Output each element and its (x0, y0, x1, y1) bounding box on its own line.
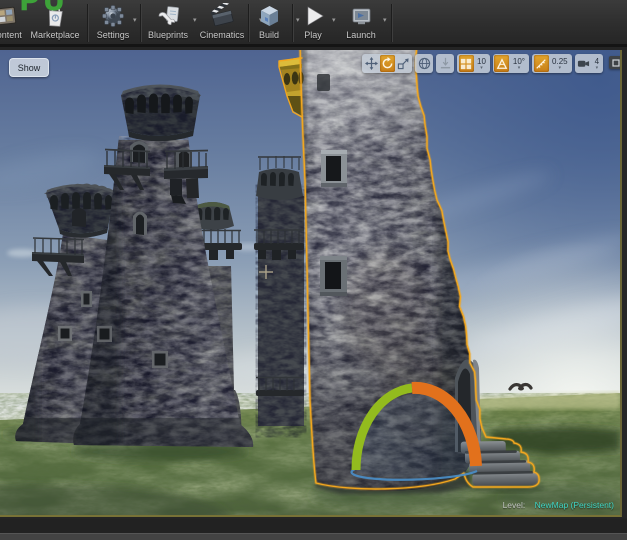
world-coordinate-button[interactable] (417, 55, 432, 72)
grid-snap-caret-icon: ▾ (480, 64, 483, 71)
blueprint-tools-icon (158, 6, 179, 25)
grid-snap-value[interactable]: 10 ▾ (474, 55, 489, 72)
camera-speed-button[interactable] (576, 55, 591, 72)
grid-snap-group: 10 ▾ (457, 54, 490, 73)
grid-snap-icon (460, 58, 472, 69)
toolbar-button-blueprints[interactable]: Blueprints (144, 3, 192, 45)
launch-dropdown-caret[interactable]: ▾ (383, 16, 387, 24)
translate-tool-button[interactable] (364, 55, 379, 72)
toolbar-separator (391, 4, 392, 42)
content-browser-edge[interactable] (0, 533, 627, 540)
scale-snap-toggle[interactable] (533, 55, 549, 72)
camera-icon (578, 60, 590, 67)
toolbar-button-label: Cinematics (199, 30, 245, 40)
asset-browser-icon (0, 6, 16, 26)
toolbar-button-settings[interactable]: Settings (89, 3, 137, 45)
maximize-icon (611, 58, 620, 67)
gear-sphere-icon (101, 5, 124, 27)
scale-snap-caret-icon: ▾ (558, 64, 562, 71)
settings-dropdown-caret[interactable]: ▾ (133, 16, 137, 24)
surface-snap-icon (440, 57, 450, 69)
toolbar-button-label: Blueprints (147, 30, 189, 40)
translate-icon (364, 57, 378, 70)
toolbar-button-build[interactable]: Build (246, 3, 292, 45)
rotation-snap-group: 10° ▾ (492, 54, 530, 73)
camera-speed-value[interactable]: 4 ▾ (592, 55, 602, 72)
bottom-dark-bar (0, 519, 627, 533)
scale-tool-button[interactable] (396, 55, 411, 72)
scale-icon (397, 58, 409, 70)
main-toolbar: Content Marketplace (0, 0, 627, 47)
scale-snap-icon (536, 58, 546, 69)
camera-speed-caret-icon: ▾ (595, 64, 599, 71)
tower-distant-right[interactable] (254, 156, 304, 426)
clapperboard-icon (210, 3, 234, 27)
scene-3d (0, 50, 620, 515)
rotation-snap-toggle[interactable] (494, 55, 510, 72)
surface-snap-group (436, 54, 454, 73)
coordinate-system-group (415, 54, 433, 73)
toolbar-button-label: Content (0, 30, 22, 40)
level-status: Level: NewMap (Persistent) (503, 500, 614, 510)
right-edge-strip (622, 50, 627, 518)
play-dropdown-caret[interactable]: ▾ (332, 16, 336, 24)
toolbar-button-label: Launch (346, 30, 376, 40)
show-button[interactable]: Show (9, 58, 49, 77)
level-label: Level: (502, 500, 526, 510)
toolbar-button-play[interactable]: Play (290, 3, 336, 45)
level-viewport[interactable]: Show 10 ▾ 10° ▾ 0.25 ▾ 4 ▾ Level: NewMap… (0, 50, 622, 517)
rotation-snap-caret-icon: ▾ (517, 64, 521, 71)
rotate-icon (382, 57, 392, 69)
globe-icon (418, 57, 430, 70)
rotate-tool-button[interactable] (379, 55, 395, 72)
launch-device-icon (352, 8, 370, 25)
scale-snap-value[interactable]: 0.25 ▾ (549, 55, 571, 72)
toolbar-button-label: Play (304, 30, 322, 40)
toolbar-button-label: Build (258, 30, 279, 40)
viewport-toolbar: 10 ▾ 10° ▾ 0.25 ▾ 4 ▾ (362, 54, 620, 74)
toolbar-button-label: Settings (96, 30, 130, 40)
building-cube-icon (260, 6, 278, 26)
play-triangle-icon (307, 6, 324, 26)
transform-tools-group (362, 54, 412, 73)
blueprints-dropdown-caret[interactable]: ▾ (193, 16, 197, 24)
watermark-text: PU (19, 0, 69, 17)
editor-window: Content Marketplace (0, 0, 627, 540)
toolbar-button-launch[interactable]: Launch (338, 3, 384, 45)
rotation-snap-icon (496, 57, 508, 69)
toolbar-button-label: Marketplace (30, 30, 80, 40)
level-value: NewMap (Persistent) (534, 500, 614, 510)
toolbar-separator (87, 4, 88, 42)
camera-speed-group: 4 ▾ (574, 54, 604, 73)
surface-snapping-button[interactable] (438, 55, 453, 72)
show-button-label: Show (17, 62, 41, 73)
scale-snap-group: 0.25 ▾ (532, 54, 572, 73)
toolbar-button-cinematics[interactable]: Cinematics (198, 3, 246, 45)
maximize-viewport-button[interactable] (609, 56, 620, 69)
grid-snap-toggle[interactable] (458, 55, 474, 72)
toolbar-separator (140, 4, 141, 42)
rotation-snap-value[interactable]: 10° ▾ (510, 55, 528, 72)
